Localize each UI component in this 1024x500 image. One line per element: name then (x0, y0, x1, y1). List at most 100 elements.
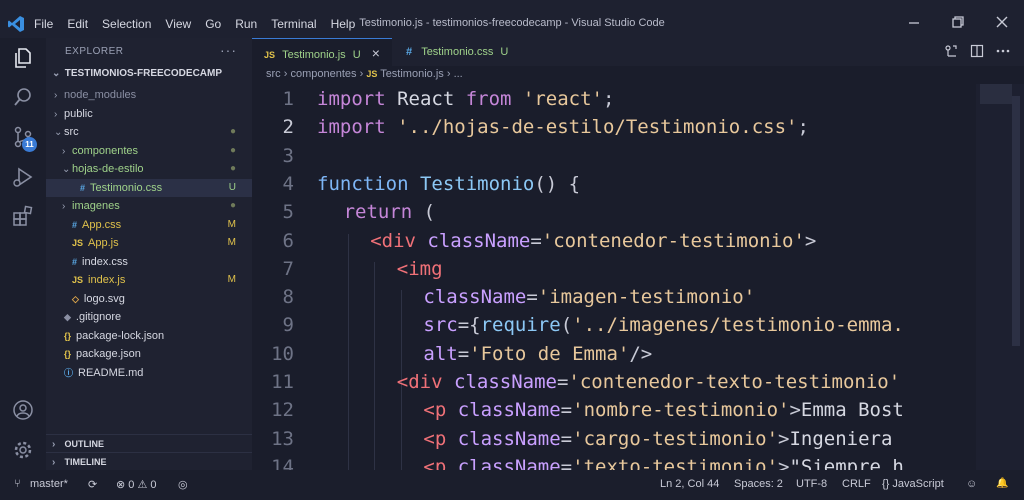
breadcrumb-componentes[interactable]: componentes (290, 68, 356, 80)
minimap-slider[interactable] (980, 84, 1012, 104)
tree-item[interactable]: ⌄ hojas-de-estilo ● (46, 160, 252, 178)
tree-item-label: Testimonio.css (90, 181, 163, 194)
code-line[interactable]: 5 return ( (252, 198, 976, 226)
code-line[interactable]: 9 src={require('../imagenes/testimonio-em… (252, 311, 976, 339)
tree-item[interactable]: # index.css (46, 253, 252, 271)
search-icon[interactable] (11, 85, 35, 109)
code-token: > (778, 455, 790, 470)
code-line[interactable]: 12 <p className='nombre-testimonio'>Emma … (252, 396, 976, 424)
code-token: Testimonio (408, 172, 535, 195)
files-icon[interactable] (11, 46, 35, 70)
code-text: <p className='nombre-testimonio'>Emma Bo… (423, 396, 903, 424)
tree-item[interactable]: {} package-lock.json (46, 327, 252, 345)
code-line[interactable]: 3 (252, 142, 976, 170)
code-line[interactable]: 7 <img (252, 255, 976, 283)
editor-more-icon[interactable] (996, 44, 1010, 58)
code-line[interactable]: 2 import '../hojas-de-estilo/Testimonio.c… (252, 113, 976, 141)
code-line[interactable]: 10 alt='Foto de Emma'/> (252, 340, 976, 368)
tree-item[interactable]: › componentes ● (46, 142, 252, 160)
breadcrumb-src[interactable]: src (266, 68, 281, 80)
tree-item[interactable]: ◆ .gitignore (46, 308, 252, 326)
settings-gear-icon[interactable] (11, 438, 35, 462)
indentation[interactable]: Spaces: 2 (734, 478, 783, 490)
tab-testimonio-js[interactable]: JS Testimonio.js U × (252, 38, 392, 66)
tree-item[interactable]: # App.css M (46, 216, 252, 234)
tree-item[interactable]: ⌄ src ● (46, 123, 252, 141)
cursor-position[interactable]: Ln 2, Col 44 (660, 478, 719, 490)
feedback-icon[interactable]: ☺ (966, 478, 977, 490)
language-mode[interactable]: {} JavaScript (882, 478, 944, 490)
minimize-icon[interactable] (906, 14, 922, 30)
problems-indicator[interactable]: ⊗ 0 ⚠ 0 (116, 478, 156, 491)
git-status-badge: M (227, 237, 236, 248)
code-token: className (446, 455, 561, 470)
code-line[interactable]: 4 function Testimonio() { (252, 170, 976, 198)
open-changes-icon[interactable] (944, 44, 958, 58)
code-line[interactable]: 1 import React from 'react'; (252, 85, 976, 113)
extensions-icon[interactable] (11, 204, 35, 228)
git-branch[interactable]: master* (30, 478, 68, 490)
tree-item[interactable]: › node_modules (46, 86, 252, 104)
tree-item[interactable]: JS index.js M (46, 271, 252, 289)
code-line[interactable]: 6 <div className='contenedor-testimonio'> (252, 227, 976, 255)
tree-item[interactable]: {} package.json (46, 345, 252, 363)
run-debug-icon[interactable] (11, 165, 35, 189)
file-type-icon: {} (64, 349, 72, 359)
code-text: <p className='cargo-testimonio'>Ingenier… (423, 425, 892, 453)
close-window-icon[interactable] (994, 14, 1010, 30)
account-icon[interactable] (11, 398, 35, 422)
tab-status: U (352, 49, 361, 61)
code-text: alt='Foto de Emma'/> (423, 340, 652, 368)
sync-icon[interactable]: ⟳ (88, 478, 97, 491)
tab-label: Testimonio.css (421, 46, 494, 58)
tree-item-label: README.md (78, 366, 144, 379)
more-actions-icon[interactable]: ··· (220, 42, 237, 58)
git-status-badge: M (227, 274, 236, 285)
code-token: > (778, 427, 790, 450)
timeline-section[interactable]: › TIMELINE (46, 452, 252, 470)
tree-item[interactable]: # Testimonio.css U (46, 178, 252, 197)
code-line[interactable]: 14 <p className='texto-testimonio'>"Siemp… (252, 453, 976, 470)
code-token: ( (412, 201, 436, 224)
tree-item[interactable]: ⓘ README.md (46, 364, 252, 382)
tree-item-label: public (64, 107, 93, 120)
end-of-line[interactable]: CRLF (842, 478, 871, 490)
close-tab-icon[interactable]: × (372, 45, 380, 61)
file-type-icon: # (72, 256, 78, 267)
file-type-icon: ◆ (64, 312, 71, 322)
tree-item[interactable]: › imagenes ● (46, 197, 252, 215)
code-line[interactable]: 8 className='imagen-testimonio' (252, 283, 976, 311)
code-token: 'cargo-testimonio' (572, 427, 779, 450)
tree-item[interactable]: › public (46, 105, 252, 123)
file-type-icon: {} (64, 330, 72, 341)
tree-item-label: index.css (82, 255, 128, 268)
workspace-root-folder[interactable]: ⌄ TESTIMONIOS-FREECODECAMP (46, 68, 252, 86)
breadcrumb-trail[interactable]: ... (454, 68, 463, 80)
editor-tabs: JS Testimonio.js U × # Testimonio.css U (252, 38, 1024, 66)
split-editor-icon[interactable] (970, 44, 984, 58)
tree-item[interactable]: JS App.js M (46, 234, 252, 252)
vertical-scrollbar[interactable] (1012, 96, 1020, 346)
line-number: 8 (282, 286, 294, 309)
tab-testimonio-css[interactable]: # Testimonio.css U (392, 38, 542, 66)
notifications-bell-icon[interactable]: 🔔 (996, 478, 1008, 489)
code-token: 'nombre-testimonio' (572, 399, 790, 422)
line-number: 2 (282, 116, 294, 139)
code-line[interactable]: 11 <div className='contenedor-texto-testi… (252, 368, 976, 396)
code-token: src (423, 314, 458, 337)
live-share-icon[interactable]: ◎ (178, 478, 188, 491)
js-file-icon: JS (264, 50, 276, 60)
code-token: () { (534, 172, 581, 195)
restore-icon[interactable] (950, 14, 966, 30)
tree-item[interactable]: ◇ logo.svg (46, 290, 252, 308)
code-token: <img (396, 257, 443, 280)
encoding[interactable]: UTF-8 (796, 478, 827, 490)
code-editor[interactable]: 1 import React from 'react'; 2 import '../h… (252, 84, 976, 470)
code-token: ={ (457, 314, 481, 337)
file-type-icon: # (80, 182, 86, 193)
code-line[interactable]: 13 <p className='cargo-testimonio'>Ingeni… (252, 425, 976, 453)
line-number: 7 (282, 257, 294, 280)
breadcrumb-file[interactable]: Testimonio.js (380, 68, 444, 80)
code-token: '../imagenes/testimonio-emma. (572, 314, 904, 337)
outline-section[interactable]: › OUTLINE (46, 434, 252, 452)
